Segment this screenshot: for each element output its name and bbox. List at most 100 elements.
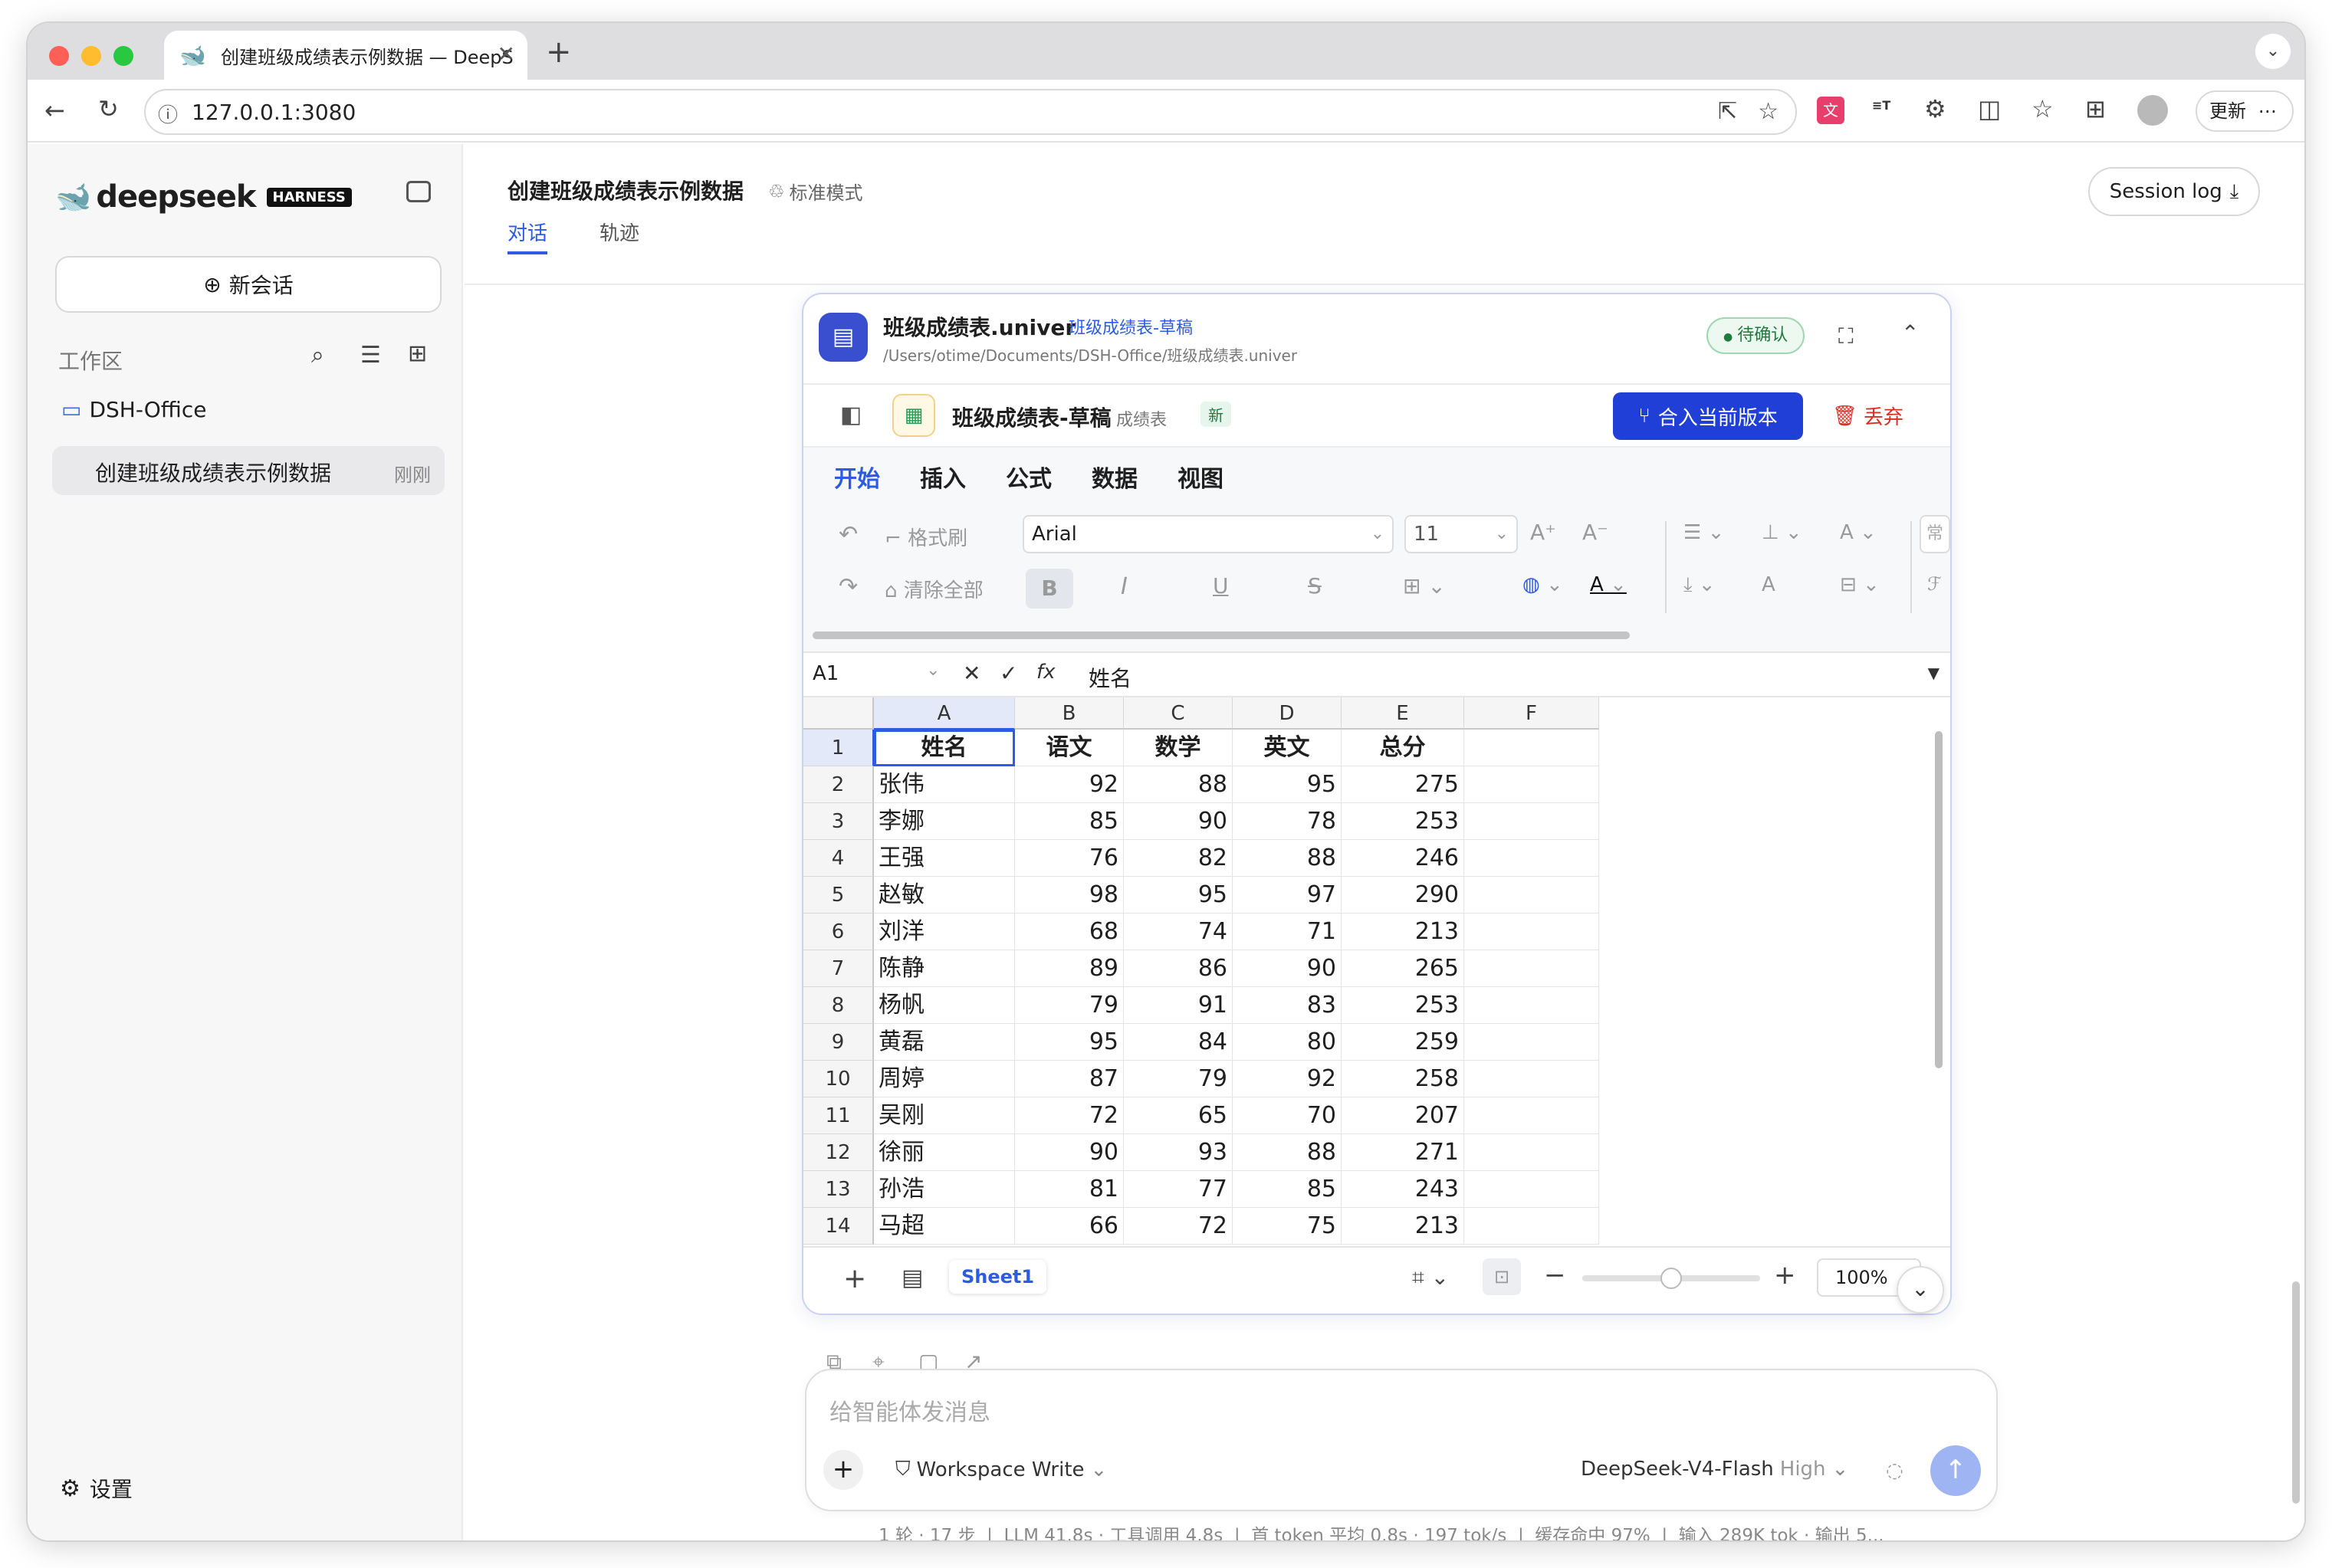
tab-chat[interactable]: 对话	[507, 218, 548, 254]
new-tab-button[interactable]: +	[546, 37, 572, 67]
profile-avatar[interactable]	[2137, 95, 2168, 126]
table-cell[interactable]: 王强	[874, 840, 1015, 877]
fullscreen-icon[interactable]: ⛶	[1838, 323, 1854, 349]
row-header[interactable]: 10	[803, 1061, 874, 1097]
borders-icon[interactable]: ⊞ ⌄	[1403, 573, 1446, 599]
text-color-icon[interactable]: A ⌄	[1590, 573, 1627, 596]
ribbon-tab-insert[interactable]: 插入	[920, 460, 966, 494]
ribbon-tab-formula[interactable]: 公式	[1006, 460, 1052, 494]
table-cell[interactable]: 258	[1342, 1061, 1464, 1097]
header-cell[interactable]: 数学	[1124, 730, 1233, 766]
selected-cell[interactable]: 姓名	[874, 730, 1015, 766]
table-cell[interactable]: 85	[1015, 803, 1124, 840]
table-cell[interactable]	[1464, 877, 1599, 914]
table-cell[interactable]: 89	[1015, 950, 1124, 987]
table-cell[interactable]: 95	[1233, 766, 1342, 803]
scroll-down-button[interactable]: ⌄	[1897, 1266, 1944, 1314]
more-icon[interactable]: ℱ	[1927, 573, 1942, 595]
settings-button[interactable]: ⚙ 设置	[60, 1473, 133, 1504]
font-size-select[interactable]: 11 ⌄	[1404, 515, 1518, 553]
filter-settings-icon[interactable]: ☰	[360, 342, 381, 369]
table-cell[interactable]: 213	[1342, 1208, 1464, 1245]
row-header[interactable]: 2	[803, 766, 874, 803]
open-external-icon[interactable]: ⇱	[1718, 98, 1737, 125]
table-cell[interactable]: 80	[1233, 1024, 1342, 1061]
table-cell[interactable]: 徐丽	[874, 1134, 1015, 1171]
table-cell[interactable]: 213	[1342, 914, 1464, 950]
collections-icon[interactable]: ⊞	[2085, 97, 2106, 121]
header-cell[interactable]: 语文	[1015, 730, 1124, 766]
chevron-down-icon[interactable]: ⌄	[926, 661, 940, 680]
table-cell[interactable]	[1464, 1097, 1599, 1134]
table-cell[interactable]: 83	[1233, 987, 1342, 1024]
table-cell[interactable]: 98	[1015, 877, 1124, 914]
row-header[interactable]: 14	[803, 1208, 874, 1245]
sheet-list-icon[interactable]: ▤	[902, 1265, 923, 1291]
merge-cells-icon[interactable]: ⊟ ⌄	[1840, 573, 1880, 596]
browser-tab[interactable]: 🐋 创建班级成绩表示例数据 — DeepS ✕	[164, 31, 527, 80]
session-log-button[interactable]: Session log ⤓	[2088, 167, 2260, 216]
row-header[interactable]: 4	[803, 840, 874, 877]
table-cell[interactable]	[1464, 950, 1599, 987]
table-cell[interactable]	[1464, 1208, 1599, 1245]
table-cell[interactable]: 66	[1015, 1208, 1124, 1245]
table-cell[interactable]: 马超	[874, 1208, 1015, 1245]
search-icon[interactable]: ⌕	[311, 342, 324, 369]
header-cell[interactable]	[1464, 730, 1599, 766]
page-scrollbar[interactable]	[2292, 1281, 2300, 1504]
sheet-tab-sheet1[interactable]: Sheet1	[949, 1260, 1047, 1294]
tab-trace[interactable]: 轨迹	[599, 218, 639, 246]
table-cell[interactable]: 65	[1124, 1097, 1233, 1134]
function-icon[interactable]: fx	[1036, 661, 1056, 684]
table-cell[interactable]: 84	[1124, 1024, 1233, 1061]
folder-item[interactable]: ▭ DSH-Office	[61, 397, 206, 422]
column-header-e[interactable]: E	[1342, 697, 1464, 730]
table-cell[interactable]: 271	[1342, 1134, 1464, 1171]
table-cell[interactable]	[1464, 840, 1599, 877]
cancel-edit-icon[interactable]: ✕	[963, 661, 980, 686]
new-chat-button[interactable]: ⊕ 新会话	[55, 256, 442, 313]
vertical-align-icon[interactable]: ⊥ ⌄	[1762, 521, 1802, 544]
update-button[interactable]: 更新 ⋯	[2196, 90, 2294, 132]
undo-icon[interactable]: ↶	[839, 521, 858, 548]
row-header[interactable]: 13	[803, 1171, 874, 1208]
table-cell[interactable]: 290	[1342, 877, 1464, 914]
table-cell[interactable]: 77	[1124, 1171, 1233, 1208]
table-cell[interactable]	[1464, 1171, 1599, 1208]
ribbon-tab-view[interactable]: 视图	[1177, 460, 1223, 494]
table-cell[interactable]: 93	[1124, 1134, 1233, 1171]
table-cell[interactable]: 陈静	[874, 950, 1015, 987]
table-cell[interactable]: 张伟	[874, 766, 1015, 803]
zoom-out-button[interactable]: −	[1544, 1260, 1566, 1291]
column-header-b[interactable]: B	[1015, 697, 1124, 730]
extensions-puzzle-icon[interactable]: ⚙	[1924, 97, 1946, 121]
table-cell[interactable]: 70	[1233, 1097, 1342, 1134]
decrease-font-icon[interactable]: A⁻	[1582, 520, 1608, 545]
table-cell[interactable]: 周婷	[874, 1061, 1015, 1097]
table-cell[interactable]: 81	[1015, 1171, 1124, 1208]
table-cell[interactable]: 71	[1233, 914, 1342, 950]
row-header[interactable]: 11	[803, 1097, 874, 1134]
table-cell[interactable]: 76	[1015, 840, 1124, 877]
table-cell[interactable]: 88	[1233, 1134, 1342, 1171]
table-cell[interactable]	[1464, 987, 1599, 1024]
row-header[interactable]: 9	[803, 1024, 874, 1061]
format-painter-button[interactable]: ⌐ 格式刷	[885, 523, 967, 551]
align-icon[interactable]: ☰ ⌄	[1683, 521, 1724, 544]
table-cell[interactable]: 79	[1015, 987, 1124, 1024]
table-cell[interactable]: 88	[1124, 766, 1233, 803]
collapse-chevron-icon[interactable]: ⌃	[1901, 320, 1919, 346]
table-cell[interactable]: 243	[1342, 1171, 1464, 1208]
minimize-window-button[interactable]	[81, 46, 101, 66]
table-cell[interactable]: 90	[1124, 803, 1233, 840]
table-cell[interactable]: 82	[1124, 840, 1233, 877]
table-cell[interactable]: 259	[1342, 1024, 1464, 1061]
close-tab-icon[interactable]: ✕	[498, 41, 515, 67]
send-button[interactable]: ↑	[1930, 1445, 1981, 1496]
fill-color-icon[interactable]: ◍ ⌄	[1522, 573, 1563, 596]
discard-button[interactable]: 🗑 丢弃	[1832, 402, 1903, 430]
row-header[interactable]: 12	[803, 1134, 874, 1171]
table-cell[interactable]: 95	[1124, 877, 1233, 914]
table-cell[interactable]: 78	[1233, 803, 1342, 840]
column-header-a[interactable]: A	[874, 697, 1015, 730]
